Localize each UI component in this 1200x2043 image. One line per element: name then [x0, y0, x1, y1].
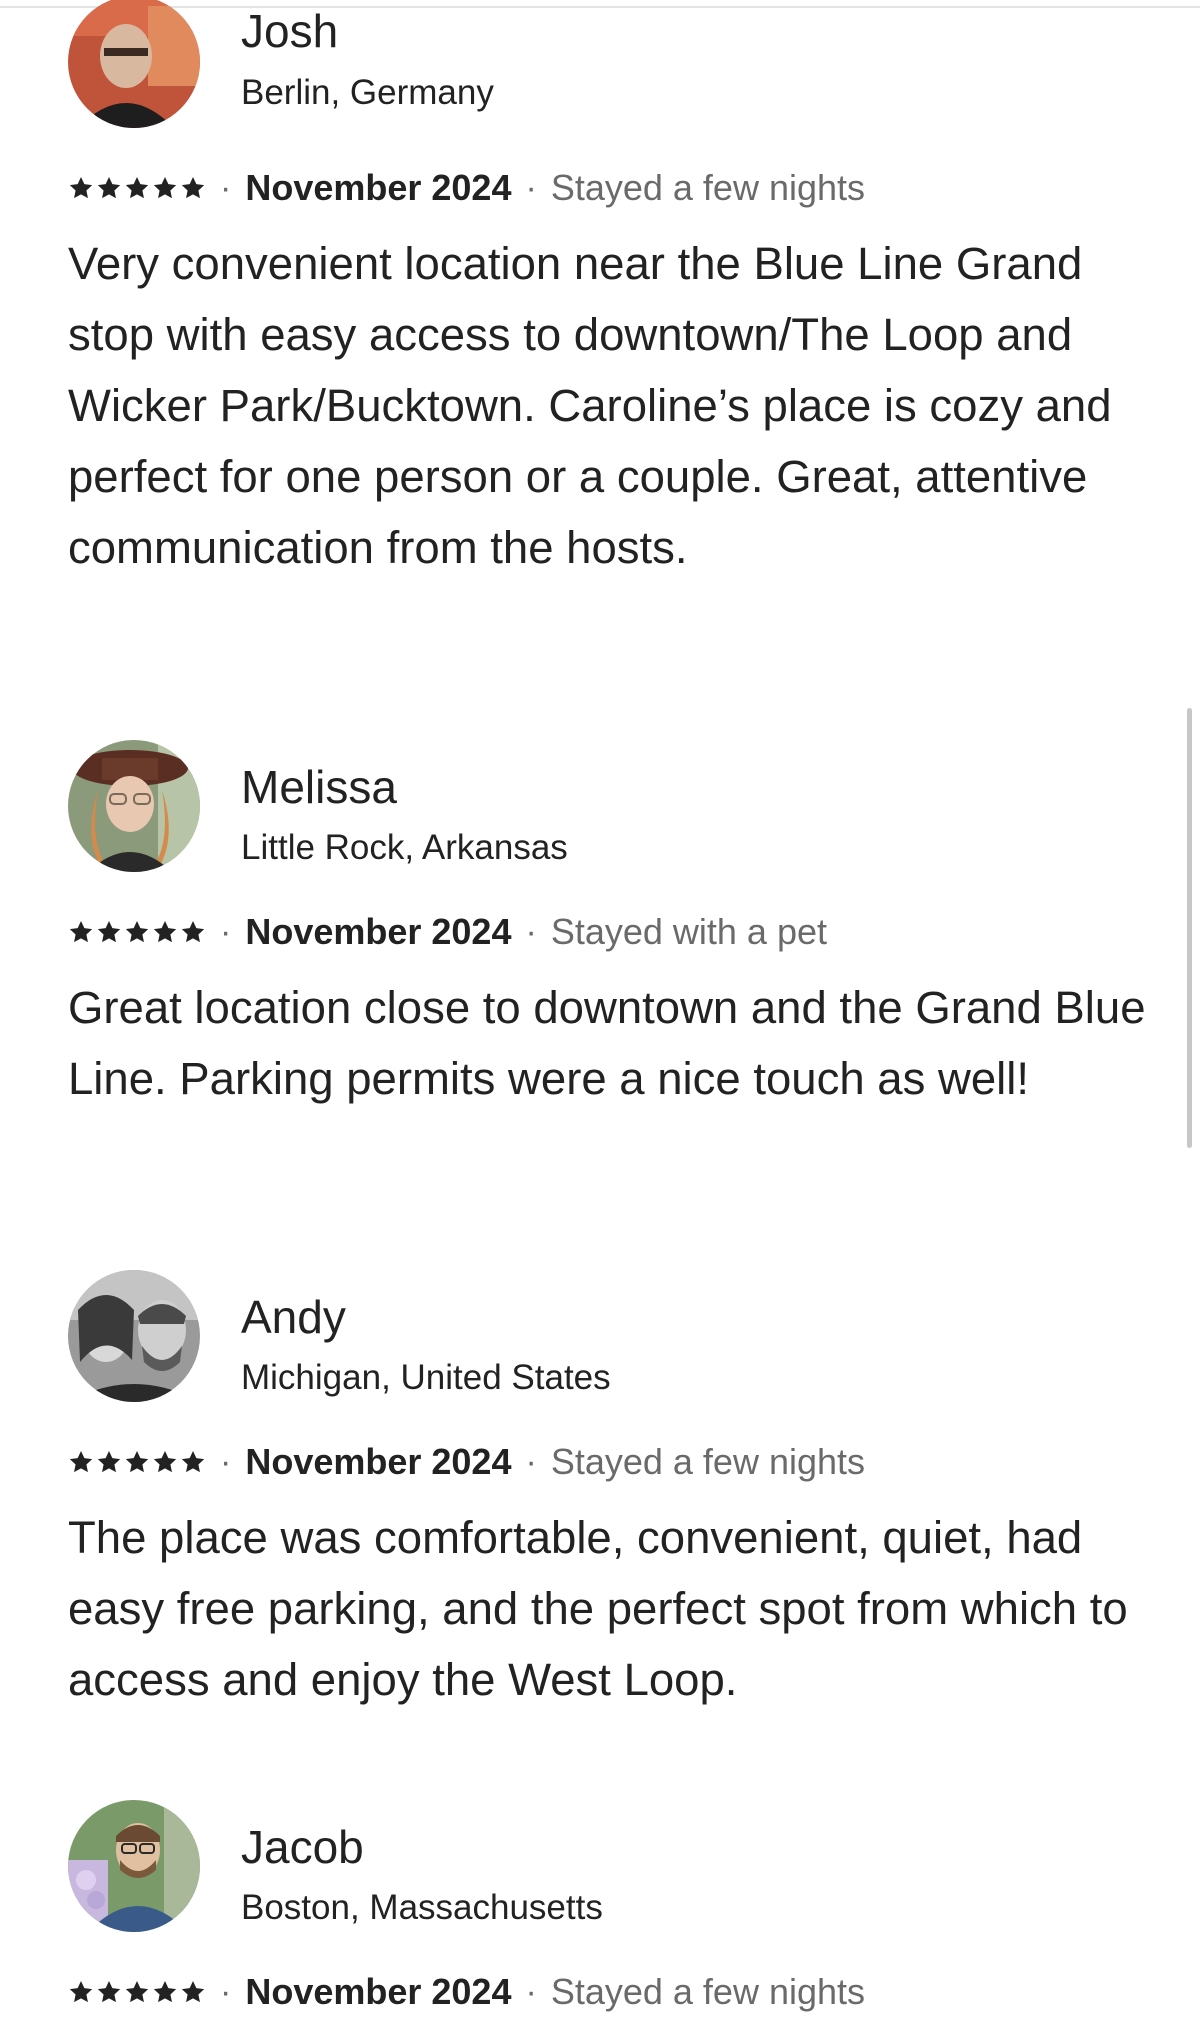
review-header: Andy Michigan, United States: [68, 1270, 1148, 1410]
avatar[interactable]: [68, 0, 200, 128]
meta-separator: ·: [525, 1972, 537, 2011]
avatar[interactable]: [68, 1800, 200, 1932]
avatar-photo: [68, 1270, 200, 1402]
star-rating: [68, 175, 206, 201]
reviewer-location: Boston, Massachusetts: [241, 1888, 603, 1927]
reviewer-name: Josh: [241, 5, 339, 57]
star-rating: [68, 919, 206, 945]
meta-separator: ·: [220, 1972, 232, 2011]
avatar-photo: [68, 0, 200, 128]
review-date: November 2024: [245, 1441, 512, 1482]
review-date: November 2024: [245, 911, 512, 952]
star-rating: [68, 1979, 206, 2005]
star-icon: [97, 1980, 121, 2003]
review-meta: · November 2024 · Stayed with a pet: [68, 910, 827, 954]
stay-type: Stayed with a pet: [550, 911, 827, 952]
star-icon: [125, 1980, 149, 2003]
review-item: Josh Berlin, Germany · November 2024 · S…: [68, 0, 1148, 573]
star-icon: [97, 920, 121, 943]
reviews-page: Josh Berlin, Germany · November 2024 · S…: [0, 0, 1200, 2043]
review-text: The place was comfortable, convenient, q…: [68, 1512, 1128, 1705]
review-header: Josh Berlin, Germany: [68, 0, 1148, 140]
reviewer-location: Little Rock, Arkansas: [241, 828, 568, 867]
star-icon: [125, 920, 149, 943]
meta-separator: ·: [525, 912, 537, 951]
review-item: Andy Michigan, United States · November …: [68, 1270, 1148, 1705]
review-date: November 2024: [245, 167, 512, 208]
avatar[interactable]: [68, 740, 200, 872]
review-header: Melissa Little Rock, Arkansas: [68, 740, 1148, 880]
star-icon: [125, 176, 149, 199]
star-rating: [68, 1449, 206, 1475]
reviewer-name: Melissa: [241, 761, 397, 813]
review-text: Very convenient location near the Blue L…: [68, 238, 1112, 573]
meta-separator: ·: [220, 1442, 232, 1481]
stay-type: Stayed a few nights: [550, 1441, 866, 1482]
star-icon: [97, 1450, 121, 1473]
meta-separator: ·: [525, 1442, 537, 1481]
review-meta: · November 2024 · Stayed a few nights: [68, 1440, 865, 1484]
star-icon: [69, 176, 93, 199]
reviewer-location: Berlin, Germany: [241, 73, 494, 112]
review-meta: · November 2024 · Stayed a few nights: [68, 1970, 865, 2014]
star-icon: [153, 176, 177, 199]
star-icon: [153, 920, 177, 943]
star-icon: [69, 920, 93, 943]
star-icon: [181, 176, 205, 199]
scrollbar[interactable]: [1187, 708, 1192, 1148]
review-item: Jacob Boston, Massachusetts · November 2…: [68, 1800, 1148, 2012]
star-icon: [181, 920, 205, 943]
stay-type: Stayed a few nights: [550, 1971, 866, 2012]
reviewer-location: Michigan, United States: [241, 1358, 611, 1397]
review-meta: · November 2024 · Stayed a few nights: [68, 166, 865, 210]
review-header: Jacob Boston, Massachusetts: [68, 1800, 1148, 1940]
star-icon: [181, 1450, 205, 1473]
avatar-photo: [68, 740, 200, 872]
reviewer-name: Andy: [241, 1291, 346, 1343]
stay-type: Stayed a few nights: [550, 167, 866, 208]
avatar-photo: [68, 1800, 200, 1932]
star-icon: [69, 1980, 93, 2003]
star-icon: [125, 1450, 149, 1473]
star-icon: [181, 1980, 205, 2003]
review-date: November 2024: [245, 1971, 512, 2012]
avatar[interactable]: [68, 1270, 200, 1402]
review-item: Melissa Little Rock, Arkansas · November…: [68, 740, 1148, 1104]
star-icon: [153, 1980, 177, 2003]
meta-separator: ·: [525, 168, 537, 207]
reviewer-name: Jacob: [241, 1821, 364, 1873]
star-icon: [153, 1450, 177, 1473]
meta-separator: ·: [220, 912, 232, 951]
meta-separator: ·: [220, 168, 232, 207]
star-icon: [97, 176, 121, 199]
review-text: Great location close to downtown and the…: [68, 982, 1146, 1104]
star-icon: [69, 1450, 93, 1473]
